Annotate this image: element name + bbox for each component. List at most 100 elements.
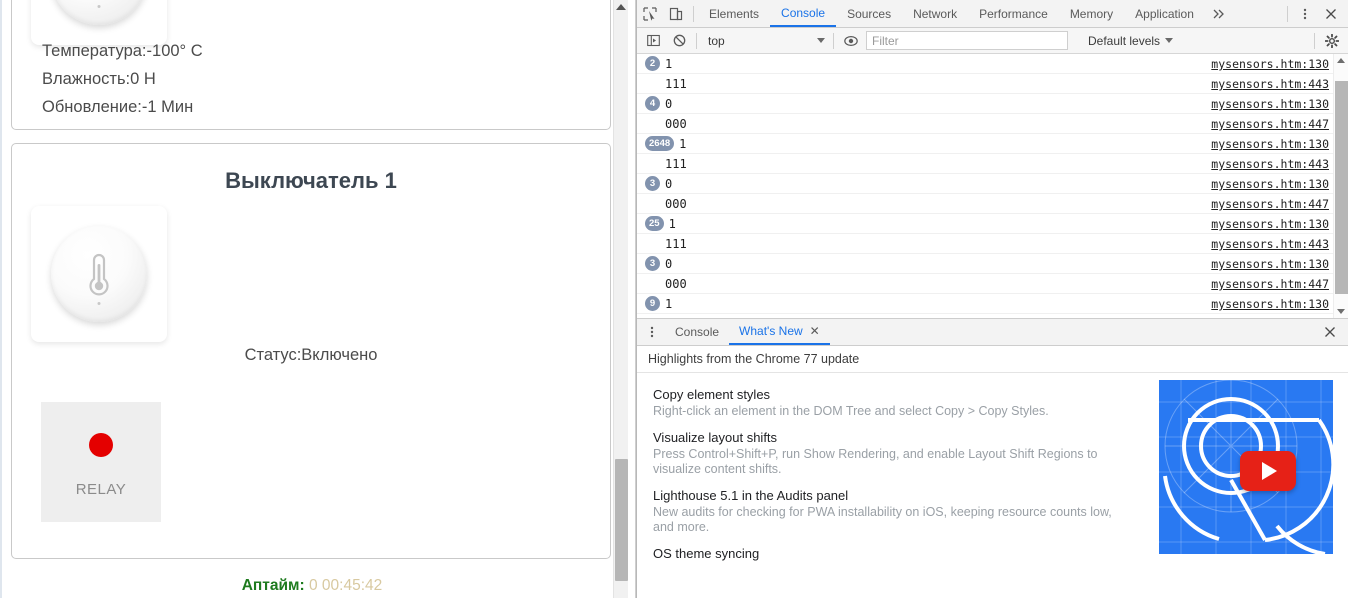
console-log-row[interactable]: 26481mysensors.htm:130 xyxy=(637,134,1348,154)
console-log-row[interactable]: 91mysensors.htm:130 xyxy=(637,294,1348,314)
drawer-tab-whats-new[interactable]: What's New ✕ xyxy=(729,319,830,345)
toolbar-divider-2 xyxy=(1287,6,1288,22)
scroll-up-arrow-icon[interactable] xyxy=(616,4,626,10)
relay-led-icon xyxy=(89,433,113,457)
tab-elements[interactable]: Elements xyxy=(698,0,770,27)
tab-network[interactable]: Network xyxy=(902,0,968,27)
console-repeat-badge: 3 xyxy=(645,256,660,271)
relay-button-label: RELAY xyxy=(76,481,127,498)
console-toolbar-divider xyxy=(696,33,697,49)
console-source-link[interactable]: mysensors.htm:130 xyxy=(1211,97,1329,111)
console-rows: 21mysensors.htm:130111mysensors.htm:4434… xyxy=(637,54,1348,314)
relay-toggle-button[interactable]: RELAY xyxy=(41,402,161,522)
console-source-link[interactable]: mysensors.htm:443 xyxy=(1211,237,1329,251)
tab-application[interactable]: Application xyxy=(1124,0,1205,27)
close-icon[interactable]: ✕ xyxy=(810,324,820,338)
chevron-down-icon xyxy=(1165,38,1173,43)
console-message-text: 000 xyxy=(665,277,687,291)
close-icon[interactable] xyxy=(1318,1,1344,27)
console-repeat-badge: 2 xyxy=(645,56,660,71)
tab-memory[interactable]: Memory xyxy=(1059,0,1124,27)
console-message-text: 1 xyxy=(669,217,676,231)
switch-card-title: Выключатель 1 xyxy=(12,168,610,194)
whats-new-item-title[interactable]: OS theme syncing xyxy=(653,546,1149,561)
vertical-dots-icon[interactable] xyxy=(639,319,665,345)
console-source-link[interactable]: mysensors.htm:130 xyxy=(1211,137,1329,151)
console-source-link[interactable]: mysensors.htm:447 xyxy=(1211,197,1329,211)
console-source-link[interactable]: mysensors.htm:443 xyxy=(1211,77,1329,91)
tab-performance[interactable]: Performance xyxy=(968,0,1059,27)
console-log-row[interactable]: 30 mysensors.htm:130 xyxy=(637,174,1348,194)
console-log-row[interactable]: 000mysensors.htm:447 xyxy=(637,194,1348,214)
uptime-footer: Аптайм: 0 00:45:42 xyxy=(2,577,620,595)
clear-console-icon[interactable] xyxy=(666,28,692,54)
sensor-card: Температура:-100° C Влажность:0 H Обновл… xyxy=(11,0,611,130)
console-scrollbar[interactable] xyxy=(1333,54,1348,318)
scroll-up-arrow-icon[interactable] xyxy=(1337,58,1345,63)
console-message-text: 000 xyxy=(665,117,687,131)
console-log-row[interactable]: 21 mysensors.htm:130 xyxy=(637,54,1348,74)
page-scrollbar[interactable] xyxy=(613,0,628,598)
vertical-dots-icon[interactable] xyxy=(1292,1,1318,27)
console-sidebar-icon[interactable] xyxy=(640,28,666,54)
console-log-row[interactable]: 000 mysensors.htm:447 xyxy=(637,274,1348,294)
page-content: Температура:-100° C Влажность:0 H Обновл… xyxy=(0,0,620,598)
console-scrollbar-thumb[interactable] xyxy=(1335,81,1348,294)
console-repeat-badge: 4 xyxy=(645,96,660,111)
chevron-down-icon xyxy=(817,38,825,43)
console-log-row[interactable]: 111 mysensors.htm:443 xyxy=(637,154,1348,174)
drawer-tab-console[interactable]: Console xyxy=(665,319,729,345)
console-filter-input[interactable] xyxy=(866,31,1068,50)
console-repeat-badge: 3 xyxy=(645,176,660,191)
console-source-link[interactable]: mysensors.htm:130 xyxy=(1211,217,1329,231)
sensor-led-icon xyxy=(98,5,101,8)
console-source-link[interactable]: mysensors.htm:130 xyxy=(1211,57,1329,71)
xiaomi-temp-sensor-icon xyxy=(51,0,147,25)
console-source-link[interactable]: mysensors.htm:447 xyxy=(1211,117,1329,131)
scroll-down-arrow-icon[interactable] xyxy=(1337,309,1345,314)
devtools-drawer: Console What's New ✕ Highlights from the… xyxy=(637,318,1348,598)
youtube-play-icon[interactable] xyxy=(1240,451,1296,491)
sensor-led-icon xyxy=(98,302,101,305)
console-log-row[interactable]: 000 mysensors.htm:447 xyxy=(637,114,1348,134)
console-levels-dropdown[interactable]: Default levels xyxy=(1088,34,1173,48)
console-message-text: 0 xyxy=(665,177,672,191)
whats-new-item-title[interactable]: Visualize layout shifts xyxy=(653,430,1149,445)
console-source-link[interactable]: mysensors.htm:130 xyxy=(1211,177,1329,191)
close-icon[interactable] xyxy=(1317,319,1343,345)
console-source-link[interactable]: mysensors.htm:130 xyxy=(1211,257,1329,271)
inspect-element-icon[interactable] xyxy=(637,1,663,27)
page-scrollbar-thumb[interactable] xyxy=(615,459,628,581)
console-message-text: 111 xyxy=(665,157,687,171)
console-log-row[interactable]: 30mysensors.htm:130 xyxy=(637,254,1348,274)
toolbar-divider xyxy=(693,6,694,22)
whats-new-item-title[interactable]: Copy element styles xyxy=(653,387,1149,402)
whats-new-header: Highlights from the Chrome 77 update xyxy=(637,346,1348,373)
console-prompt-row[interactable]: ❯ xyxy=(637,314,1348,318)
console-log-row[interactable]: 111mysensors.htm:443 xyxy=(637,74,1348,94)
execution-context-dropdown[interactable]: top xyxy=(701,31,829,51)
whats-new-body: Copy element stylesRight-click an elemen… xyxy=(637,373,1348,598)
switch-status-text: Статус:Включено xyxy=(12,346,610,365)
console-log-row[interactable]: 111 mysensors.htm:443 xyxy=(637,234,1348,254)
console-repeat-badge: 25 xyxy=(645,216,664,231)
switch-card-icon-frame xyxy=(31,206,167,342)
console-source-link[interactable]: mysensors.htm:443 xyxy=(1211,157,1329,171)
console-message-text: 111 xyxy=(665,237,687,251)
tab-sources[interactable]: Sources xyxy=(836,0,902,27)
chrome-blueprint-logo-icon xyxy=(1159,380,1333,554)
whats-new-item: Visualize layout shiftsPress Control+Shi… xyxy=(653,430,1149,477)
whats-new-item-title[interactable]: Lighthouse 5.1 in the Audits panel xyxy=(653,488,1149,503)
chevron-double-right-icon[interactable] xyxy=(1205,1,1231,27)
live-expression-icon[interactable] xyxy=(838,28,864,54)
console-toolbar-divider-2 xyxy=(833,33,834,49)
screen: Температура:-100° C Влажность:0 H Обновл… xyxy=(0,0,1348,598)
tab-console[interactable]: Console xyxy=(770,0,836,27)
gear-icon[interactable] xyxy=(1319,28,1345,54)
console-log-row[interactable]: 25 1 mysensors.htm:130 xyxy=(637,214,1348,234)
console-source-link[interactable]: mysensors.htm:130 xyxy=(1211,297,1329,311)
console-source-link[interactable]: mysensors.htm:447 xyxy=(1211,277,1329,291)
device-toolbar-icon[interactable] xyxy=(663,1,689,27)
console-message-text: 1 xyxy=(665,57,672,71)
console-log-row[interactable]: 40mysensors.htm:130 xyxy=(637,94,1348,114)
